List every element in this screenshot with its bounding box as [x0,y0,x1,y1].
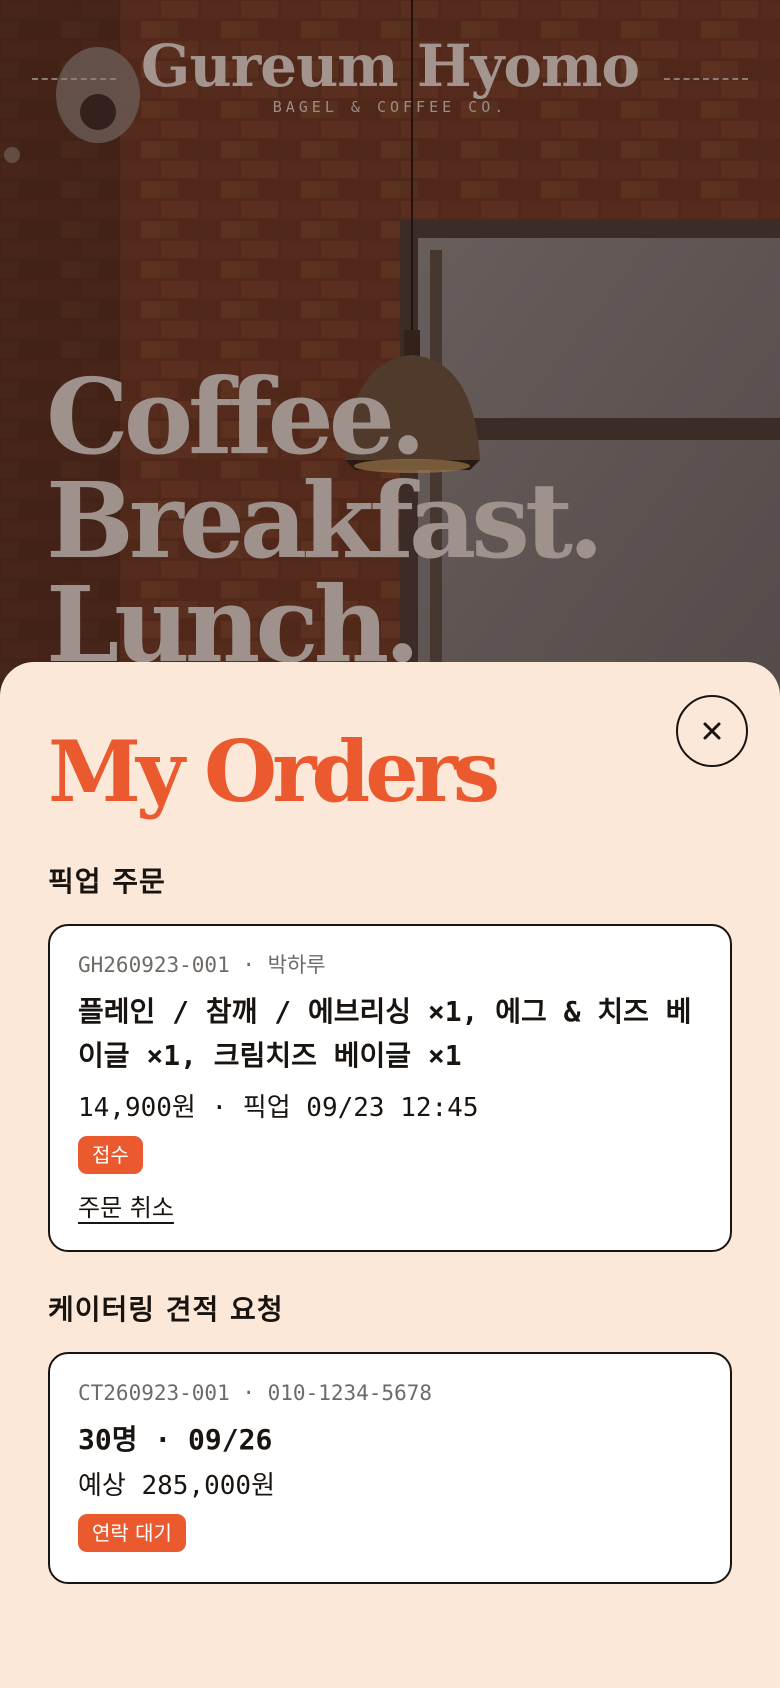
catering-estimate: 예상 285,000원 [78,1471,275,1501]
brand-logo-title[interactable]: Gureum Hyomo [0,30,780,102]
order-price-pickup-time: 14,900원 · 픽업 09/23 12:45 [78,1093,479,1123]
close-icon [703,722,721,740]
hero-background: Gureum Hyomo BAGEL & COFFEE CO. Coffee. … [0,0,780,720]
brand-header: Gureum Hyomo BAGEL & COFFEE CO. [0,30,780,116]
app-page: Gureum Hyomo BAGEL & COFFEE CO. Coffee. … [0,0,780,1688]
order-meta: GH260923-001 · 박하루 [78,953,326,977]
hero-line-coffee: Coffee. [46,355,426,478]
pickup-section-heading: 픽업 주문 [48,865,166,898]
catering-section-heading: 케이터링 견적 요청 [48,1293,284,1326]
cancel-order-link[interactable]: 주문 취소 [78,1188,174,1223]
brand-tagline: BAGEL & COFFEE CO. [272,98,508,116]
order-status-badge: 접수 [78,1136,143,1174]
pickup-order-card: GH260923-001 · 박하루 플레인 / 참깨 / 에브리싱 ×1, 에… [48,924,732,1252]
close-button[interactable] [676,695,748,767]
catering-meta: CT260923-001 · 010-1234-5678 [78,1381,433,1405]
catering-request-card: CT260923-001 · 010-1234-5678 30명 · 09/26… [48,1352,732,1584]
order-items: 플레인 / 참깨 / 에브리싱 ×1, 에그 & 치즈 베이글 ×1, 크림치즈… [78,995,692,1072]
hero-line-breakfast: Breakfast. [46,459,604,582]
page-title: My Orders [48,722,500,821]
hero-headline: Coffee. Breakfast. Lunch. [46,355,604,677]
catering-status-badge: 연락 대기 [78,1514,186,1552]
my-orders-sheet: My Orders 픽업 주문 GH260923-001 · 박하루 플레인 /… [0,662,780,1688]
catering-summary: 30명 · 09/26 [78,1423,273,1456]
